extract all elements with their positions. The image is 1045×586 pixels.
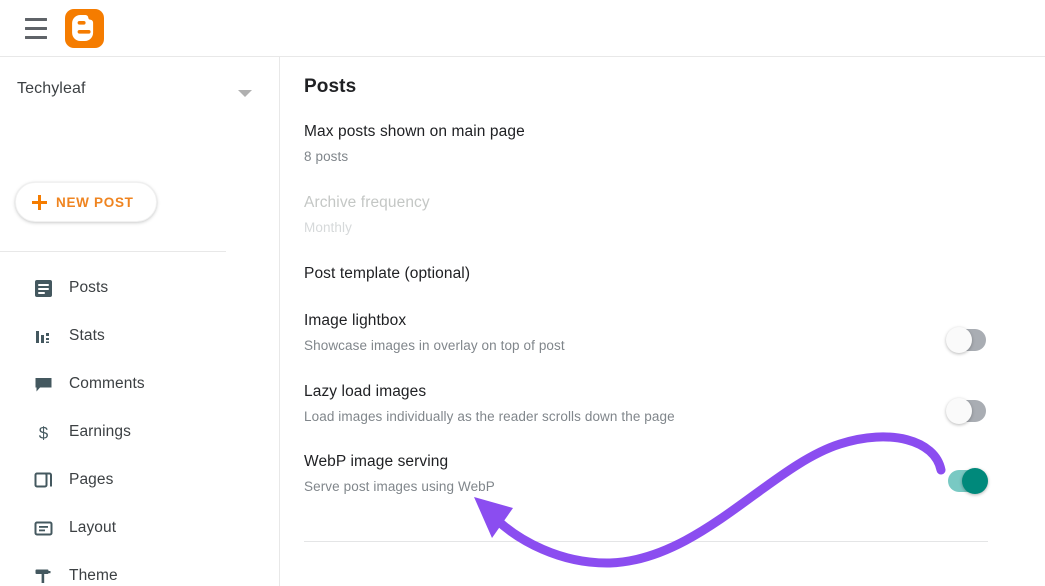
blogger-settings-window: Techyleaf NEW POST Posts Stats Comments … [0, 0, 1045, 586]
sidebar-nav-list: Posts Stats Comments $ Earnings Pages La… [0, 264, 280, 586]
toggle-knob [946, 327, 972, 353]
setting-description: Showcase images in overlay on top of pos… [304, 338, 565, 353]
sidebar-item-comments[interactable]: Comments [0, 360, 280, 408]
toggle-knob [962, 468, 988, 494]
section-divider [304, 541, 988, 542]
setting-title: Image lightbox [304, 312, 407, 329]
sidebar-item-layout[interactable]: Layout [0, 504, 280, 552]
setting-row-webp-image-serving[interactable]: WebP image serving Serve post images usi… [304, 453, 1014, 494]
toggle-lazy-load-images[interactable] [946, 398, 986, 424]
setting-value: 8 posts [304, 149, 349, 164]
hamburger-bar [25, 27, 47, 30]
plus-icon [32, 194, 47, 210]
toggle-webp-image-serving[interactable] [948, 468, 988, 494]
setting-title: Max posts shown on main page [304, 123, 525, 140]
setting-description: Serve post images using WebP [304, 479, 495, 494]
setting-title: Lazy load images [304, 383, 427, 400]
setting-row-archive-frequency: Archive frequency Monthly [304, 194, 1014, 235]
svg-text:$: $ [38, 423, 48, 442]
top-app-bar [0, 0, 1045, 57]
setting-title: WebP image serving [304, 453, 449, 470]
dollar-sign-icon: $ [32, 421, 54, 443]
hamburger-menu-icon[interactable] [25, 18, 47, 39]
blogger-logo-icon[interactable] [65, 9, 104, 48]
setting-value: Monthly [304, 220, 352, 235]
main-content: Posts Max posts shown on main page 8 pos… [280, 57, 1045, 586]
blogger-b-glyph [72, 15, 94, 41]
hamburger-bar [25, 36, 47, 39]
sidebar-item-label: Theme [69, 567, 118, 584]
sidebar-item-earnings[interactable]: $ Earnings [0, 408, 280, 456]
setting-description: Load images individually as the reader s… [304, 409, 675, 424]
sidebar-divider [0, 251, 226, 252]
speech-bubble-icon [32, 373, 54, 395]
toggle-image-lightbox[interactable] [946, 327, 986, 353]
setting-title: Post template (optional) [304, 265, 471, 282]
sidebar-item-label: Layout [69, 519, 117, 536]
layout-grid-icon [32, 517, 54, 539]
setting-row-image-lightbox[interactable]: Image lightbox Showcase images in overla… [304, 312, 1014, 353]
sidebar-item-label: Stats [69, 327, 105, 344]
sidebar-item-pages[interactable]: Pages [0, 456, 280, 504]
sidebar-item-label: Pages [69, 471, 114, 488]
page-title: Posts [304, 76, 357, 97]
sidebar-item-theme[interactable]: Theme [0, 552, 280, 586]
sidebar: Techyleaf NEW POST Posts Stats Comments … [0, 57, 280, 586]
sidebar-item-label: Posts [69, 279, 109, 296]
new-post-button[interactable]: NEW POST [15, 182, 157, 222]
chevron-down-icon[interactable] [238, 90, 252, 97]
sidebar-item-posts[interactable]: Posts [0, 264, 280, 312]
blog-name-label: Techyleaf [17, 80, 86, 97]
setting-row-post-template[interactable]: Post template (optional) [304, 265, 1014, 283]
setting-title: Archive frequency [304, 194, 430, 211]
document-lines-icon [32, 277, 54, 299]
sidebar-item-label: Earnings [69, 423, 131, 440]
hamburger-bar [25, 18, 47, 21]
setting-row-max-posts[interactable]: Max posts shown on main page 8 posts [304, 123, 1014, 164]
new-post-label: NEW POST [56, 194, 134, 210]
toggle-knob [946, 398, 972, 424]
setting-row-lazy-load-images[interactable]: Lazy load images Load images individuall… [304, 383, 1014, 424]
paint-roller-icon [32, 565, 54, 586]
sidebar-item-label: Comments [69, 375, 145, 392]
sidebar-item-stats[interactable]: Stats [0, 312, 280, 360]
stacked-pages-icon [32, 469, 54, 491]
bar-chart-icon [32, 325, 54, 347]
